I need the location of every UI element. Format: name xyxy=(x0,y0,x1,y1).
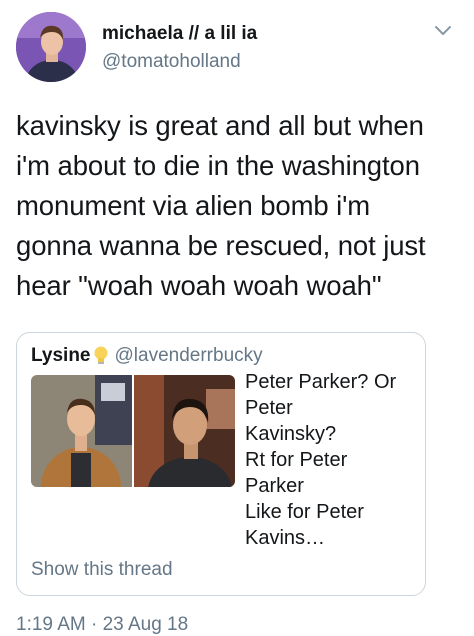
tweet-card: michaela // a lil ia @tomatoholland kavi… xyxy=(0,0,474,635)
lightbulb-emoji-icon xyxy=(93,346,109,366)
show-thread-link[interactable]: Show this thread xyxy=(31,559,411,581)
quoted-media[interactable] xyxy=(31,375,235,487)
quoted-tweet-text: Peter Parker? Or Peter Kavinsky? Rt for … xyxy=(245,371,397,549)
avatar[interactable] xyxy=(16,12,86,82)
quoted-tweet-header: Lysine @lavenderrbucky xyxy=(31,345,411,367)
display-name[interactable]: michaela // a lil ia xyxy=(102,22,257,46)
user-handle[interactable]: @tomatoholland xyxy=(102,50,257,74)
chevron-down-icon[interactable] xyxy=(434,24,452,38)
media-image-right[interactable] xyxy=(134,375,235,487)
author-info: michaela // a lil ia @tomatoholland xyxy=(102,22,257,74)
tweet-text: kavinsky is great and all but when i'm a… xyxy=(16,110,426,301)
quoted-tweet-body: Peter Parker? Or Peter Kavinsky? Rt for … xyxy=(31,371,411,551)
tweet-header: michaela // a lil ia @tomatoholland xyxy=(16,12,458,82)
media-image-left[interactable] xyxy=(31,375,132,487)
quoted-display-name: Lysine xyxy=(31,345,91,366)
quoted-handle: @lavenderrbucky xyxy=(114,345,263,366)
tweet-timestamp[interactable]: 1:19 AM · 23 Aug 18 xyxy=(16,614,458,636)
quoted-tweet[interactable]: Lysine @lavenderrbucky Peter Parker? Or … xyxy=(16,332,426,596)
